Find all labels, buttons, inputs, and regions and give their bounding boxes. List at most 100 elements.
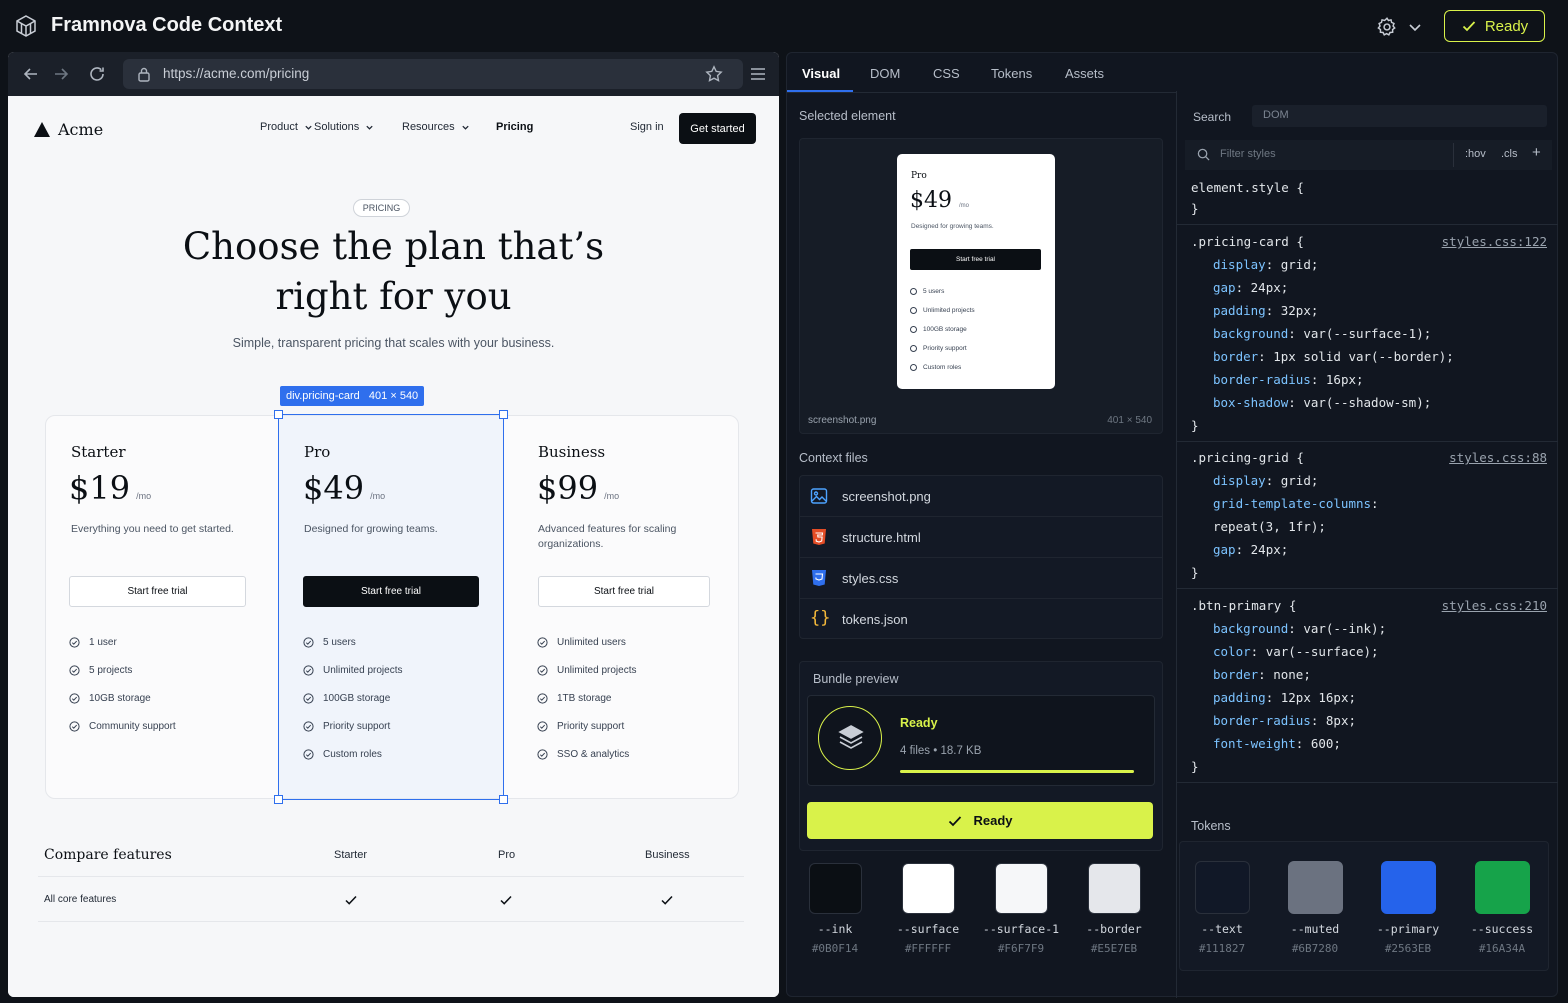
color-swatch[interactable]: --border #E5E7EB — [1068, 863, 1160, 955]
css-declaration[interactable]: grid-template-columns: — [1213, 496, 1386, 511]
feature-label: Unlimited projects — [557, 665, 637, 676]
css-declaration[interactable]: background: var(--ink); — [1213, 621, 1386, 636]
start-trial-button[interactable]: Start free trial — [69, 576, 246, 607]
compare-col-business: Business — [645, 849, 690, 861]
resize-handle[interactable] — [274, 795, 283, 804]
css-rule-close: } — [1191, 418, 1199, 433]
inspector-panel: Visual DOM CSS Tokens Assets Selected el… — [786, 52, 1558, 998]
element-style-close: } — [1191, 201, 1199, 216]
tab-assets[interactable]: Assets — [1065, 66, 1104, 81]
start-trial-button[interactable]: Start free trial — [538, 576, 710, 607]
css-value: 24px; — [1250, 280, 1289, 295]
css-colon: : — [1310, 372, 1326, 387]
file-item-styles[interactable]: styles.css — [800, 558, 1162, 599]
token-swatch[interactable]: --muted #6B7280 — [1273, 861, 1357, 955]
inspector-tabs: Visual DOM CSS Tokens Assets — [787, 53, 1177, 93]
swatch-color — [1087, 863, 1141, 914]
css-declaration[interactable]: border-radius: 8px; — [1213, 713, 1356, 728]
chevron-down-icon[interactable] — [1407, 19, 1423, 35]
nav-pricing[interactable]: Pricing — [496, 121, 533, 133]
ready-button-label: Ready — [1484, 17, 1529, 35]
file-item-structure[interactable]: structure.html — [800, 517, 1162, 558]
preview-feature-label: Unlimited projects — [923, 307, 975, 314]
ready-button[interactable]: Ready — [1444, 10, 1545, 42]
filter-styles-input[interactable]: Filter styles — [1220, 148, 1276, 160]
css-declaration[interactable]: display: grid; — [1213, 257, 1318, 272]
start-trial-button[interactable]: Start free trial — [303, 576, 479, 607]
token-name: --muted — [1290, 922, 1340, 936]
hov-toggle[interactable]: :hov — [1465, 148, 1486, 160]
css-declaration[interactable]: display: grid; — [1213, 473, 1318, 488]
css-declaration[interactable]: gap: 24px; — [1213, 542, 1288, 557]
nav-resources[interactable]: Resources — [402, 121, 470, 133]
css-declaration[interactable]: background: var(--surface-1); — [1213, 326, 1431, 341]
resize-handle[interactable] — [499, 795, 508, 804]
css-source-link[interactable]: styles.css:210 — [1442, 598, 1547, 613]
css-declaration[interactable]: color: var(--surface); — [1213, 644, 1379, 659]
css-declaration[interactable]: repeat(3, 1fr); — [1213, 519, 1326, 534]
search-scope-field[interactable]: DOM — [1252, 105, 1547, 127]
feature-item: Community support — [69, 721, 176, 732]
nav-product[interactable]: Product — [260, 121, 313, 133]
reload-icon[interactable] — [87, 64, 107, 84]
swatch-name: --border — [1086, 922, 1142, 936]
tab-dom[interactable]: DOM — [870, 66, 900, 81]
pricing-card-pro[interactable]: Pro $49/mo Designed for growing teams. S… — [278, 415, 504, 799]
address-bar[interactable]: https://acme.com/pricing — [123, 59, 743, 89]
css-selector[interactable]: .pricing-grid { — [1191, 450, 1304, 465]
color-swatch[interactable]: --ink #0B0F14 — [789, 863, 881, 955]
app-window: Framnova Code Context Ready https://acme… — [0, 0, 1568, 1003]
pricing-card-starter[interactable]: Starter $19/mo Everything you need to ge… — [45, 415, 278, 799]
css-declaration[interactable]: border: 1px solid var(--border); — [1213, 349, 1454, 364]
tab-tokens[interactable]: Tokens — [991, 66, 1032, 81]
nav-solutions[interactable]: Solutions — [314, 121, 374, 133]
css-source-link[interactable]: styles.css:122 — [1442, 234, 1547, 249]
tab-visual[interactable]: Visual — [802, 66, 840, 81]
css-selector[interactable]: .btn-primary { — [1191, 598, 1296, 613]
token-swatch[interactable]: --primary #2563EB — [1366, 861, 1450, 955]
preview-plan-name: Pro — [911, 171, 927, 181]
css-selector[interactable]: .pricing-card { — [1191, 234, 1304, 249]
css-declaration[interactable]: padding: 12px 16px; — [1213, 690, 1356, 705]
css-declaration[interactable]: border: none; — [1213, 667, 1311, 682]
file-item-screenshot[interactable]: screenshot.png — [800, 476, 1162, 517]
sign-in-link[interactable]: Sign in — [630, 121, 664, 133]
css-declaration[interactable]: font-weight: 600; — [1213, 736, 1341, 751]
feature-label: 10GB storage — [89, 693, 151, 704]
bundle-ready-button[interactable]: Ready — [807, 802, 1153, 839]
css-declaration[interactable]: padding: 32px; — [1213, 303, 1318, 318]
selection-tag: div.pricing-card 401 × 540 — [280, 386, 425, 406]
color-swatch[interactable]: --surface-1 #F6F7F9 — [975, 863, 1067, 955]
css-declaration[interactable]: border-radius: 16px; — [1213, 372, 1364, 387]
check-icon — [1462, 21, 1475, 32]
css-declaration[interactable]: gap: 24px; — [1213, 280, 1288, 295]
gear-icon[interactable] — [1376, 16, 1398, 38]
site-logo[interactable]: Acme — [34, 120, 103, 139]
resize-handle[interactable] — [499, 410, 508, 419]
cls-toggle[interactable]: .cls — [1501, 148, 1518, 160]
forward-arrow-icon[interactable] — [51, 64, 71, 84]
css-source-link[interactable]: styles.css:88 — [1449, 450, 1547, 465]
token-swatch[interactable]: --success #16A34A — [1460, 861, 1544, 955]
star-icon[interactable] — [705, 65, 723, 83]
get-started-button[interactable]: Get started — [679, 113, 756, 144]
token-swatch[interactable]: --text #111827 — [1180, 861, 1264, 955]
resize-handle[interactable] — [274, 410, 283, 419]
file-item-tokens[interactable]: {} tokens.json — [800, 599, 1162, 640]
color-swatch[interactable]: --surface #FFFFFF — [882, 863, 974, 955]
css-value: var(--shadow-sm); — [1303, 395, 1432, 410]
back-arrow-icon[interactable] — [21, 64, 41, 84]
hamburger-menu-icon[interactable] — [750, 66, 766, 82]
check-circle-icon — [303, 721, 314, 732]
css-colon: : — [1258, 349, 1274, 364]
css-property: grid-template-columns — [1213, 496, 1372, 511]
bundle-preview: Bundle preview Ready 4 files • 18.7 KB R… — [799, 661, 1163, 851]
tab-css[interactable]: CSS — [933, 66, 960, 81]
preview-feature-label: 100GB storage — [923, 326, 967, 333]
file-name: structure.html — [842, 530, 921, 545]
pricing-card-business[interactable]: Business $99/mo Advanced features for sc… — [504, 415, 739, 799]
selected-element-preview[interactable]: Pro $49 /mo Designed for growing teams. … — [799, 138, 1163, 434]
add-rule-button[interactable]: + — [1532, 144, 1541, 161]
css-declaration[interactable]: box-shadow: var(--shadow-sm); — [1213, 395, 1431, 410]
css-colon: : — [1235, 280, 1251, 295]
